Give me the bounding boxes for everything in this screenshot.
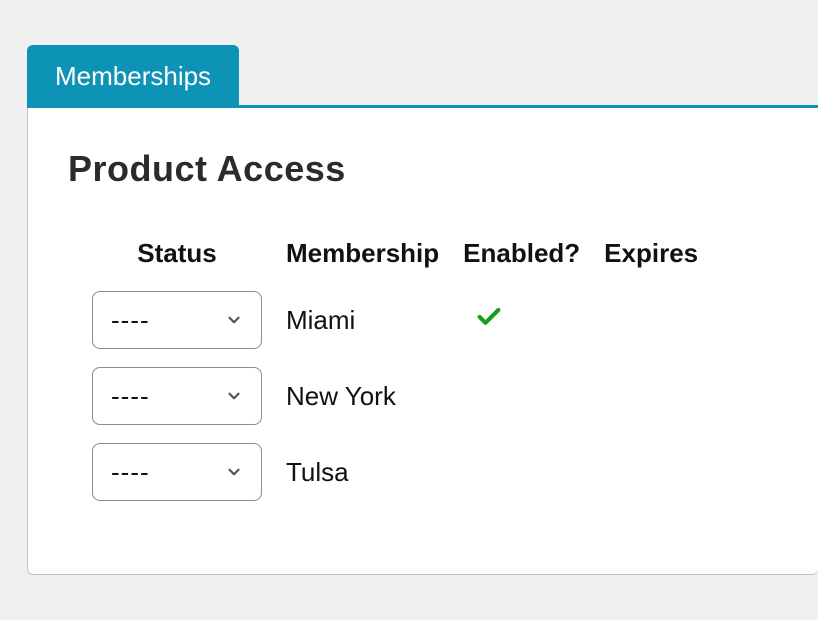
table-row: ---- New York [80, 367, 710, 425]
status-select[interactable]: ---- [92, 443, 262, 501]
col-status: Status [80, 238, 274, 273]
membership-name: Miami [274, 291, 451, 349]
status-select[interactable]: ---- [92, 291, 262, 349]
tab-memberships[interactable]: Memberships [27, 45, 239, 108]
table-row: ---- Miami [80, 291, 710, 349]
expires-value [592, 443, 710, 501]
table-row: ---- Tulsa [80, 443, 710, 501]
product-access-table: Status Membership Enabled? Expires ---- … [80, 220, 710, 519]
col-membership: Membership [274, 238, 451, 273]
col-expires: Expires [592, 238, 710, 273]
membership-name: New York [274, 367, 451, 425]
tab-memberships-label: Memberships [55, 61, 211, 91]
panel-title: Product Access [68, 148, 778, 190]
chevron-down-icon [225, 311, 243, 329]
status-select[interactable]: ---- [92, 367, 262, 425]
check-icon [475, 303, 503, 331]
status-select-value: ---- [111, 457, 225, 488]
chevron-down-icon [225, 463, 243, 481]
status-select-value: ---- [111, 381, 225, 412]
expires-value [592, 291, 710, 349]
expires-value [592, 367, 710, 425]
table-header-row: Status Membership Enabled? Expires [80, 238, 710, 273]
col-enabled: Enabled? [451, 238, 592, 273]
chevron-down-icon [225, 387, 243, 405]
memberships-panel: Product Access Status Membership Enabled… [27, 105, 818, 575]
status-select-value: ---- [111, 305, 225, 336]
membership-name: Tulsa [274, 443, 451, 501]
